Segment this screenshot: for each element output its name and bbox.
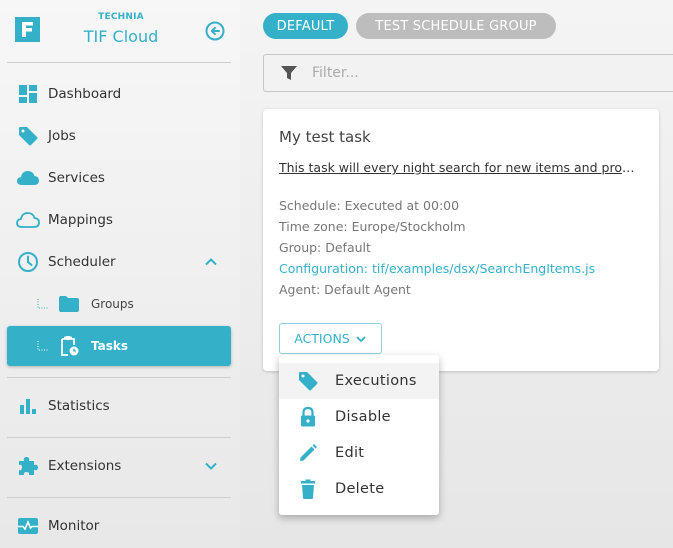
tree-connector-icon <box>37 299 49 309</box>
menu-item-executions[interactable]: Executions <box>279 363 439 399</box>
sidebar-item-statistics[interactable]: Statistics <box>7 386 231 426</box>
divider <box>7 437 231 438</box>
task-schedule: Schedule: Executed at 00:00 <box>279 198 460 213</box>
divider <box>7 497 231 498</box>
clock-icon <box>16 250 40 274</box>
group-chip-default[interactable]: DEFAULT <box>263 13 348 39</box>
filter-icon <box>281 66 297 80</box>
chevron-down-icon[interactable] <box>203 458 219 474</box>
sidebar-subitem-groups[interactable]: Groups <box>7 284 231 324</box>
cloud-filled-icon <box>16 166 40 190</box>
task-time-zone: Time zone: Europe/Stockholm <box>279 219 466 234</box>
sidebar-item-services[interactable]: Services <box>7 158 231 198</box>
divider <box>7 62 231 63</box>
menu-item-delete[interactable]: Delete <box>279 471 439 507</box>
collapse-sidebar-button[interactable] <box>204 20 226 42</box>
sidebar-item-dashboard[interactable]: Dashboard <box>7 74 231 114</box>
sidebar-item-monitor[interactable]: Monitor <box>7 506 231 546</box>
menu-item-edit[interactable]: Edit <box>279 435 439 471</box>
task-title: My test task <box>279 128 371 146</box>
task-group: Group: Default <box>279 240 371 255</box>
chevron-down-icon <box>356 335 366 342</box>
tif-logo-icon <box>15 17 40 42</box>
filter-input[interactable] <box>312 65 612 81</box>
company-name: TECHNIA <box>98 12 144 22</box>
tag-icon <box>16 124 40 148</box>
sidebar-item-label: Jobs <box>48 128 76 144</box>
actions-button[interactable]: ACTIONS <box>279 323 382 354</box>
sidebar-item-jobs[interactable]: Jobs <box>7 116 231 156</box>
sidebar-item-mappings[interactable]: Mappings <box>7 200 231 240</box>
bar-chart-icon <box>16 394 40 418</box>
divider <box>7 377 231 378</box>
group-chip-test-schedule-group[interactable]: TEST SCHEDULE GROUP <box>356 13 556 39</box>
sidebar-subitem-label: Groups <box>91 297 134 311</box>
sidebar-item-label: Services <box>48 170 105 186</box>
sidebar-subitem-tasks[interactable]: Tasks <box>7 326 231 366</box>
monitor-pulse-icon <box>16 514 40 538</box>
puzzle-icon <box>16 454 40 478</box>
task-configuration-link[interactable]: Configuration: tif/examples/dsx/SearchEn… <box>279 261 595 276</box>
menu-item-label: Executions <box>335 373 417 389</box>
sidebar-item-label: Extensions <box>48 458 122 474</box>
filter-box <box>263 54 673 92</box>
sidebar-item-label: Monitor <box>48 518 100 534</box>
tree-connector-icon <box>37 341 49 351</box>
brand-header: TECHNIA TIF Cloud <box>0 0 240 62</box>
cloud-outline-icon <box>16 208 40 232</box>
actions-label: ACTIONS <box>294 331 350 346</box>
pencil-icon <box>297 442 319 464</box>
menu-item-label: Edit <box>335 445 365 461</box>
chevron-up-icon[interactable] <box>203 254 219 270</box>
sidebar-item-scheduler[interactable]: Scheduler <box>7 242 231 282</box>
product-name: TIF Cloud <box>83 27 159 46</box>
menu-item-label: Disable <box>335 409 391 425</box>
sidebar-subitem-label: Tasks <box>91 339 129 353</box>
arrow-left-circle-icon <box>205 21 225 41</box>
sidebar-item-label: Scheduler <box>48 254 116 270</box>
sidebar-item-label: Dashboard <box>48 86 122 102</box>
menu-item-label: Delete <box>335 481 385 497</box>
trash-icon <box>297 478 319 500</box>
sidebar: TECHNIA TIF Cloud Dashboard Jobs Service… <box>0 0 240 548</box>
dashboard-icon <box>16 82 40 106</box>
lock-icon <box>297 406 319 428</box>
task-description-link[interactable]: This task will every night search for ne… <box>279 160 641 175</box>
task-agent: Agent: Default Agent <box>279 282 411 297</box>
tag-icon <box>297 370 319 392</box>
actions-menu: Executions Disable Edit Delete <box>279 355 439 515</box>
sidebar-item-label: Statistics <box>48 398 110 414</box>
clipboard-clock-icon <box>57 334 81 358</box>
sidebar-item-label: Mappings <box>48 212 113 228</box>
folder-icon <box>57 292 81 316</box>
menu-item-disable[interactable]: Disable <box>279 399 439 435</box>
sidebar-item-extensions[interactable]: Extensions <box>7 446 231 486</box>
task-card: My test task This task will every night … <box>263 109 659 371</box>
